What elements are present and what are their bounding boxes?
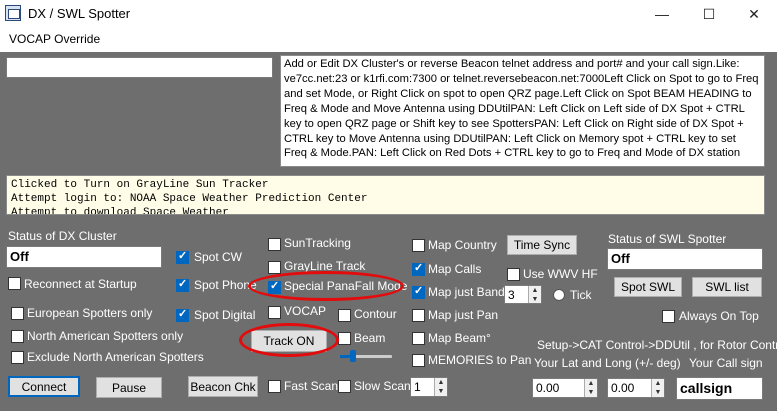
log-line: Attempt to download Space Weather [11, 207, 229, 215]
exclude-na-label: Exclude North American Spotters [27, 350, 204, 364]
spot-digital-label: Spot Digital [194, 308, 256, 322]
beam-checkbox[interactable] [338, 332, 351, 345]
cluster-address-input[interactable] [6, 57, 273, 78]
left-panel [6, 80, 273, 166]
beam-slider-thumb[interactable] [350, 350, 356, 362]
callsign-label: Your Call sign [689, 356, 763, 370]
scan-speed-value: 1 [414, 380, 421, 394]
latitude-value: 0.00 [536, 381, 560, 395]
map-just-pan-label: Map just Pan [428, 308, 499, 322]
map-calls-label: Map Calls [428, 262, 482, 276]
tick-spinner-value: 3 [508, 288, 515, 302]
title-bar: DX / SWL Spotter — ☐ ✕ [0, 0, 777, 28]
tick-radio[interactable] [553, 289, 565, 301]
use-wwv-label: Use WWV HF [523, 267, 598, 281]
track-on-annotation-oval [239, 323, 339, 357]
vocap-checkbox[interactable] [268, 306, 281, 319]
european-checkbox[interactable] [11, 307, 24, 320]
map-beam-label: Map Beam° [428, 331, 491, 345]
minimize-icon[interactable]: — [639, 0, 685, 28]
scan-speed-spinner[interactable]: 1 ▲ ▼ [410, 377, 448, 397]
time-sync-button[interactable]: Time Sync [507, 235, 577, 255]
swl-status-label: Status of SWL Spotter [608, 232, 727, 246]
swl-list-button[interactable]: SWL list [692, 277, 762, 297]
fast-scan-label: Fast Scan [284, 379, 339, 393]
menu-bar: VOCAP Override [0, 28, 777, 52]
spinner-arrows-icon[interactable]: ▲ ▼ [584, 379, 597, 397]
spinner-arrows-icon[interactable]: ▲ ▼ [434, 378, 447, 396]
memories-label: MEMORIES to Pan [428, 353, 532, 367]
exclude-na-checkbox[interactable] [11, 351, 24, 364]
reconnect-label: Reconnect at Startup [24, 277, 137, 291]
longitude-value: 0.00 [611, 381, 635, 395]
slow-scan-checkbox[interactable] [338, 380, 351, 393]
memories-checkbox[interactable] [412, 354, 425, 367]
contour-checkbox[interactable] [338, 309, 351, 322]
app-icon [5, 5, 21, 21]
maximize-icon[interactable]: ☐ [686, 0, 732, 28]
map-beam-checkbox[interactable] [412, 332, 425, 345]
beacon-chk-button[interactable]: Beacon Chk [188, 376, 258, 397]
tick-spinner[interactable]: 3 ▲ ▼ [504, 285, 542, 304]
always-on-top-checkbox[interactable] [662, 310, 675, 323]
north-american-label: North American Spotters only [27, 329, 184, 343]
grayline-checkbox[interactable] [268, 261, 281, 274]
latlong-label: Your Lat and Long (+/- deg) [534, 356, 681, 370]
log-box[interactable]: Clicked to Turn on GrayLine Sun Tracker … [6, 175, 765, 215]
connect-button[interactable]: Connect [8, 376, 80, 397]
callsign-input[interactable]: callsign [676, 377, 763, 400]
menu-vocap-override[interactable]: VOCAP Override [9, 32, 100, 46]
sun-tracking-label: SunTracking [284, 236, 351, 250]
map-just-band-label: Map just Band [428, 285, 505, 299]
log-line: Attempt login to: NOAA Space Weather Pre… [11, 193, 368, 205]
reconnect-checkbox[interactable] [8, 277, 21, 290]
longitude-input[interactable]: 0.00 ▲ ▼ [607, 378, 665, 398]
always-on-top-label: Always On Top [679, 309, 759, 323]
spot-digital-checkbox[interactable] [176, 307, 189, 322]
vocap-label: VOCAP [284, 304, 327, 318]
close-icon[interactable]: ✕ [731, 0, 777, 28]
sun-tracking-checkbox[interactable] [268, 238, 281, 251]
map-calls-checkbox[interactable] [412, 261, 425, 276]
spot-cw-label: Spot CW [194, 250, 243, 264]
fast-scan-checkbox[interactable] [268, 380, 281, 393]
spot-phone-checkbox[interactable] [176, 277, 189, 292]
cat-control-label: Setup->CAT Control->DDUtil , for Rotor C… [537, 338, 777, 352]
spinner-arrows-icon[interactable]: ▲ ▼ [528, 286, 541, 303]
use-wwv-checkbox[interactable] [507, 268, 520, 281]
help-text-box[interactable]: Add or Edit DX Cluster's or reverse Beac… [280, 55, 765, 167]
map-just-pan-checkbox[interactable] [412, 309, 425, 322]
latitude-input[interactable]: 0.00 ▲ ▼ [532, 378, 598, 398]
map-just-band-checkbox[interactable] [412, 284, 425, 299]
beam-label: Beam [354, 331, 386, 345]
pause-button[interactable]: Pause [96, 377, 162, 398]
north-american-checkbox[interactable] [11, 330, 24, 343]
contour-label: Contour [354, 307, 397, 321]
european-label: European Spotters only [27, 306, 153, 320]
app-window: DX / SWL Spotter — ☐ ✕ VOCAP Override Ad… [0, 0, 777, 411]
window-title: DX / SWL Spotter [28, 6, 131, 21]
panafall-annotation-oval [248, 271, 404, 301]
dx-status-label: Status of DX Cluster [8, 229, 117, 243]
spot-swl-button[interactable]: Spot SWL [614, 277, 682, 297]
dx-status-field: Off [6, 246, 162, 268]
spot-cw-checkbox[interactable] [176, 249, 189, 264]
spinner-arrows-icon[interactable]: ▲ ▼ [651, 379, 664, 397]
map-country-checkbox[interactable] [412, 239, 425, 252]
map-country-label: Map Country [428, 238, 497, 252]
swl-status-field: Off [607, 248, 763, 270]
log-line: Clicked to Turn on GrayLine Sun Tracker [11, 179, 269, 191]
slow-scan-label: Slow Scan [354, 379, 411, 393]
tick-label: Tick [570, 288, 592, 302]
